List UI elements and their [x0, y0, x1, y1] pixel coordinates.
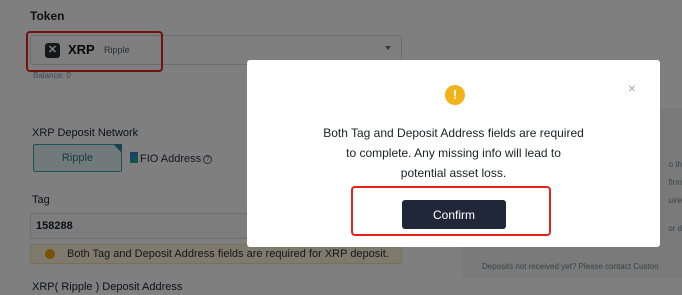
confirm-dialog: × ! Both Tag and Deposit Address fields … [247, 60, 660, 247]
close-icon[interactable]: × [628, 81, 636, 95]
warning-icon: ! [445, 85, 465, 105]
dialog-message-line: potential asset loss. [400, 166, 507, 180]
dialog-message-line: Both Tag and Deposit Address fields are … [323, 126, 584, 140]
dialog-message-line: to complete. Any missing info will lead … [346, 146, 561, 160]
confirm-button[interactable]: Confirm [402, 200, 506, 229]
dialog-message: Both Tag and Deposit Address fields are … [287, 123, 620, 183]
